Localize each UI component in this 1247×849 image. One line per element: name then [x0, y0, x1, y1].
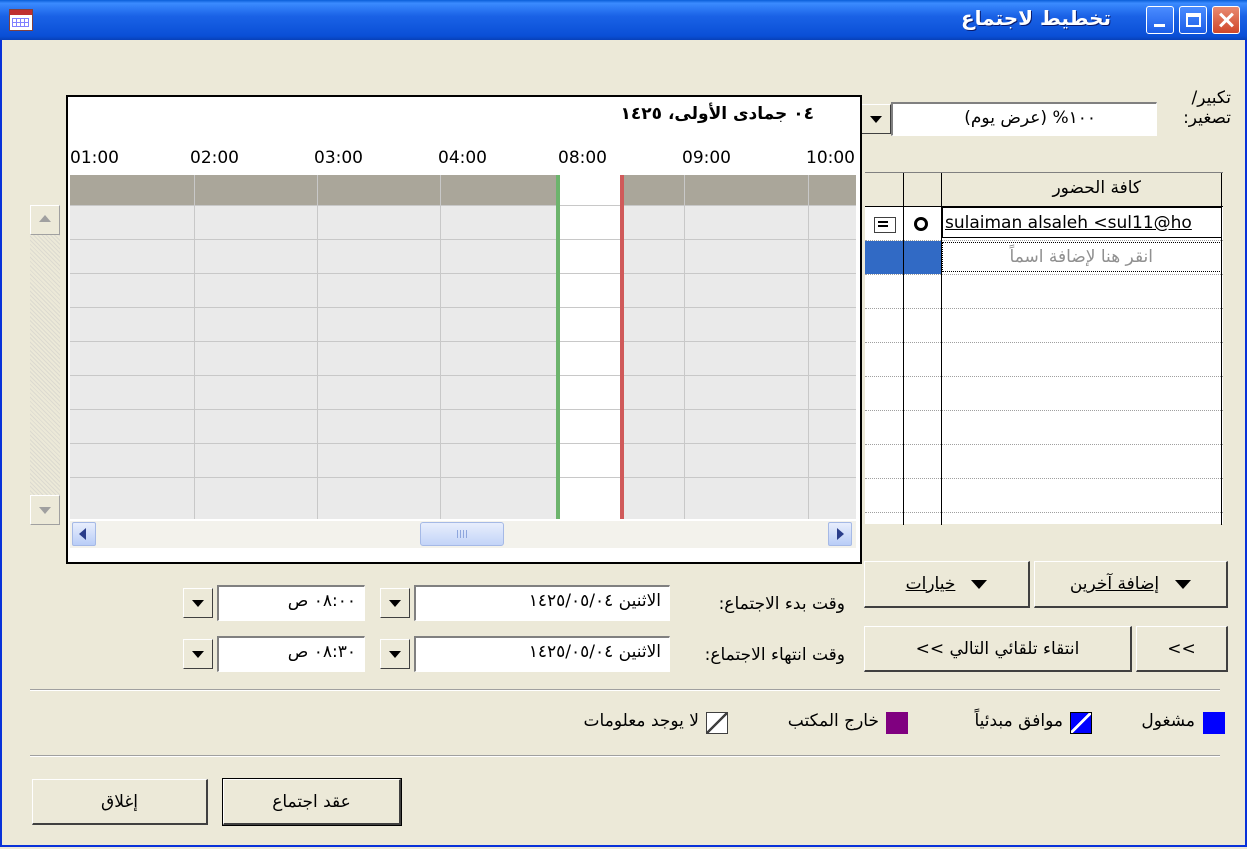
legend-out-of-office: خارج المكتب: [787, 711, 879, 731]
autopick-next-button[interactable]: انتقاء تلقائي التالي >>: [864, 626, 1132, 672]
zoom-dropdown-button[interactable]: [861, 104, 891, 134]
scroll-left-button[interactable]: [72, 522, 96, 546]
legend-no-info: لا يوجد معلومات: [583, 711, 699, 731]
separator: [30, 689, 1220, 691]
end-time-label: وقت انتهاء الاجتماع:: [704, 645, 845, 665]
chevron-down-icon: [1175, 579, 1192, 589]
add-others-button[interactable]: إضافة آخرين: [1034, 561, 1228, 608]
chevron-down-icon: [971, 579, 988, 589]
zoom-select[interactable]: ١٠٠% (عرض يوم): [891, 102, 1157, 136]
scroll-right-button[interactable]: [828, 522, 852, 546]
options-label: خيارات: [905, 574, 956, 594]
time-label: 01:00: [70, 148, 119, 168]
autopick-next-label: انتقاء تلقائي التالي >>: [915, 638, 1080, 659]
end-date-dropdown[interactable]: [380, 639, 410, 669]
start-time-value: ٠٨:٠٠ ص: [287, 591, 356, 611]
close-label: إغلاق: [101, 791, 138, 812]
tentative-swatch: [1070, 712, 1092, 734]
start-time-field[interactable]: ٠٨:٠٠ ص: [217, 585, 365, 621]
add-attendee-placeholder[interactable]: انقر هنا لإضافة اسماً: [1010, 247, 1153, 267]
required-attendee-icon[interactable]: [914, 217, 928, 231]
time-label: 10:00: [806, 148, 855, 168]
time-label: 09:00: [682, 148, 731, 168]
all-attendees-header: كافة الحضور: [1052, 178, 1141, 198]
title-bar[interactable]: تخطيط لاجتماع: [0, 0, 1247, 40]
schedule-vertical-scrollbar[interactable]: [30, 205, 60, 525]
separator: [30, 755, 1220, 757]
make-meeting-button[interactable]: عقد اجتماع: [222, 778, 402, 826]
start-date-field[interactable]: الاثنين ١٤٢٥/٠٥/٠٤: [414, 585, 670, 621]
time-label: 03:00: [314, 148, 363, 168]
free-busy-grid[interactable]: ٠٤ جمادى الأولى، ١٤٢٥ 01:00 02:00 03:00 …: [66, 95, 862, 564]
legend-tentative: موافق مبدئياً: [974, 711, 1063, 731]
send-invite-icon[interactable]: [874, 217, 896, 233]
all-attendees-busy-row: [70, 175, 856, 205]
busy-swatch: [1203, 712, 1225, 734]
schedule-horizontal-scrollbar[interactable]: [70, 521, 856, 548]
autopick-previous-label: <<: [1167, 638, 1196, 659]
legend-busy: مشغول: [1141, 711, 1195, 731]
scroll-thumb[interactable]: [420, 522, 504, 546]
attendee-name[interactable]: sulaiman alsaleh <sul11@ho: [942, 207, 1222, 238]
time-label: 04:00: [438, 148, 487, 168]
end-date-value: الاثنين ١٤٢٥/٠٥/٠٤: [528, 642, 661, 662]
no-info-swatch: [706, 712, 728, 734]
meeting-time-slot[interactable]: [556, 175, 624, 519]
end-time-value: ٠٨:٣٠ ص: [287, 642, 356, 662]
time-label: 08:00: [558, 148, 607, 168]
out-of-office-swatch: [886, 712, 908, 734]
zoom-label: تكبير/ تصغير:: [1183, 88, 1231, 128]
schedule-grid[interactable]: [70, 175, 856, 519]
maximize-button[interactable]: [1179, 6, 1207, 34]
time-label: 02:00: [190, 148, 239, 168]
start-date-value: الاثنين ١٤٢٥/٠٥/٠٤: [528, 591, 661, 611]
autopick-previous-button[interactable]: <<: [1136, 626, 1228, 672]
end-time-field[interactable]: ٠٨:٣٠ ص: [217, 636, 365, 672]
minimize-button[interactable]: [1146, 6, 1174, 34]
start-time-dropdown[interactable]: [183, 588, 213, 618]
add-attendee-row[interactable]: انقر هنا لإضافة اسماً: [865, 241, 1223, 275]
scroll-down-button[interactable]: [30, 495, 60, 525]
start-time-label: وقت بدء الاجتماع:: [718, 594, 845, 614]
attendee-row[interactable]: sulaiman alsaleh <sul11@ho: [865, 207, 1223, 241]
end-time-dropdown[interactable]: [183, 639, 213, 669]
zoom-value: ١٠٠% (عرض يوم): [964, 108, 1096, 128]
attendee-list[interactable]: كافة الحضور sulaiman alsaleh <sul11@ho ا…: [865, 172, 1223, 525]
options-button[interactable]: خيارات: [864, 561, 1030, 608]
close-button[interactable]: إغلاق: [32, 779, 208, 825]
attendee-list-header: [865, 173, 1223, 207]
scroll-up-button[interactable]: [30, 205, 60, 235]
close-window-button[interactable]: [1212, 6, 1240, 34]
schedule-date: ٠٤ جمادى الأولى، ١٤٢٥: [620, 104, 814, 124]
window-title: تخطيط لاجتماع: [961, 6, 1111, 30]
start-date-dropdown[interactable]: [380, 588, 410, 618]
end-date-field[interactable]: الاثنين ١٤٢٥/٠٥/٠٤: [414, 636, 670, 672]
calendar-app-icon[interactable]: [9, 9, 33, 31]
make-meeting-label: عقد اجتماع: [272, 791, 351, 812]
add-others-label: إضافة آخرين: [1069, 574, 1160, 594]
